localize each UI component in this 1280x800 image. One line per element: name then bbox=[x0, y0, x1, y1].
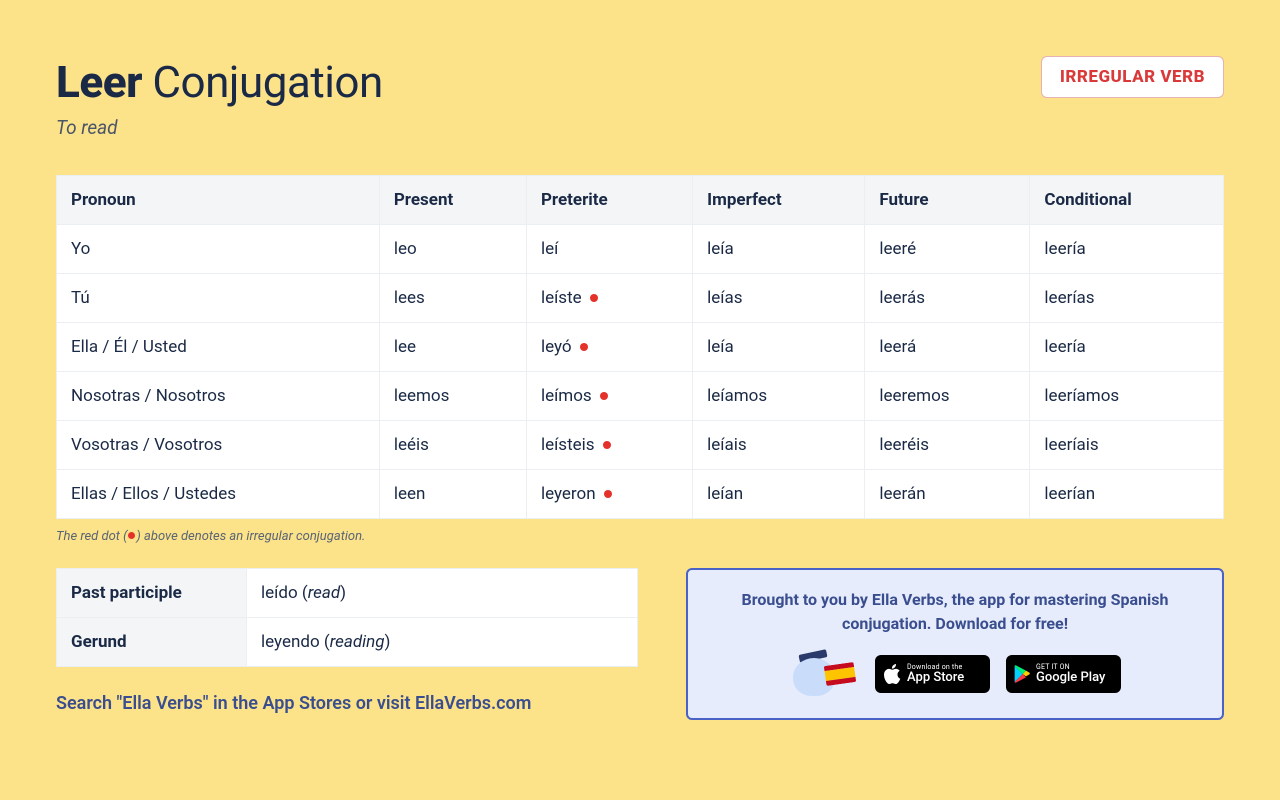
preterite-cell: leyeron bbox=[526, 470, 692, 519]
table-row: Vosotras / Vosotrosleéisleísteis leíaisl… bbox=[57, 421, 1224, 470]
future-cell: leerá bbox=[865, 323, 1030, 372]
present-cell: leo bbox=[379, 225, 526, 274]
participles-block: Past participle leído (read) Gerund leye… bbox=[56, 568, 638, 714]
imperfect-cell: leíais bbox=[693, 421, 865, 470]
title-suffix: Conjugation bbox=[142, 56, 383, 108]
pronoun-cell: Yo bbox=[57, 225, 380, 274]
footnote-after: ) above denotes an irregular conjugation… bbox=[136, 529, 365, 544]
preterite-cell: leímos bbox=[526, 372, 692, 421]
gerund-value: leyendo (reading) bbox=[247, 618, 638, 667]
imperfect-cell: leía bbox=[693, 225, 865, 274]
table-row: Yoleoleíleíaleeréleería bbox=[57, 225, 1224, 274]
conditional-cell: leerías bbox=[1030, 274, 1224, 323]
ella-verbs-logo-icon bbox=[789, 650, 859, 698]
conditional-cell: leería bbox=[1030, 225, 1224, 274]
column-header: Present bbox=[379, 176, 526, 225]
column-header: Conditional bbox=[1030, 176, 1224, 225]
app-store-button[interactable]: Download on the App Store bbox=[875, 655, 990, 693]
title-block: Leer Conjugation To read bbox=[56, 56, 383, 139]
pronoun-cell: Ellas / Ellos / Ustedes bbox=[57, 470, 380, 519]
imperfect-cell: leía bbox=[693, 323, 865, 372]
pronoun-cell: Tú bbox=[57, 274, 380, 323]
search-cta: Search "Ella Verbs" in the App Stores or… bbox=[56, 693, 638, 714]
present-cell: lees bbox=[379, 274, 526, 323]
future-cell: leeré bbox=[865, 225, 1030, 274]
conditional-cell: leeríamos bbox=[1030, 372, 1224, 421]
future-cell: leeremos bbox=[865, 372, 1030, 421]
page-title: Leer Conjugation bbox=[56, 56, 383, 108]
past-participle-value: leído (read) bbox=[247, 569, 638, 618]
conditional-cell: leerían bbox=[1030, 470, 1224, 519]
participles-table: Past participle leído (read) Gerund leye… bbox=[56, 568, 638, 667]
gerund-label: Gerund bbox=[57, 618, 247, 667]
table-row: Ellas / Ellos / Ustedesleenleyeron leían… bbox=[57, 470, 1224, 519]
past-participle-label: Past participle bbox=[57, 569, 247, 618]
preterite-cell: leísteis bbox=[526, 421, 692, 470]
preterite-cell: leí bbox=[526, 225, 692, 274]
imperfect-cell: leías bbox=[693, 274, 865, 323]
footnote: The red dot ( ) above denotes an irregula… bbox=[56, 529, 1224, 544]
conjugation-table: PronounPresentPreteriteImperfectFutureCo… bbox=[56, 175, 1224, 519]
column-header: Future bbox=[865, 176, 1030, 225]
future-cell: leerán bbox=[865, 470, 1030, 519]
promo-box: Brought to you by Ella Verbs, the app fo… bbox=[686, 568, 1224, 720]
present-cell: leen bbox=[379, 470, 526, 519]
imperfect-cell: leían bbox=[693, 470, 865, 519]
column-header: Preterite bbox=[526, 176, 692, 225]
table-row: Gerund leyendo (reading) bbox=[57, 618, 638, 667]
preterite-cell: leíste bbox=[526, 274, 692, 323]
header: Leer Conjugation To read IRREGULAR VERB bbox=[56, 56, 1224, 139]
column-header: Pronoun bbox=[57, 176, 380, 225]
present-cell: leemos bbox=[379, 372, 526, 421]
table-header-row: PronounPresentPreteriteImperfectFutureCo… bbox=[57, 176, 1224, 225]
pronoun-cell: Vosotras / Vosotros bbox=[57, 421, 380, 470]
lower-section: Past participle leído (read) Gerund leye… bbox=[56, 568, 1224, 720]
google-play-button[interactable]: GET IT ON Google Play bbox=[1006, 655, 1121, 693]
conditional-cell: leería bbox=[1030, 323, 1224, 372]
google-play-icon bbox=[1014, 665, 1030, 683]
present-cell: lee bbox=[379, 323, 526, 372]
irregular-dot-icon bbox=[604, 490, 612, 498]
table-row: Nosotras / Nosotrosleemosleímos leíamosl… bbox=[57, 372, 1224, 421]
table-row: Ella / Él / Ustedleeleyó leíaleeráleería bbox=[57, 323, 1224, 372]
preterite-cell: leyó bbox=[526, 323, 692, 372]
verb-name: Leer bbox=[56, 56, 142, 108]
present-cell: leéis bbox=[379, 421, 526, 470]
promo-text: Brought to you by Ella Verbs, the app fo… bbox=[710, 588, 1200, 636]
red-dot-icon bbox=[128, 532, 135, 539]
pronoun-cell: Nosotras / Nosotros bbox=[57, 372, 380, 421]
verb-translation: To read bbox=[56, 116, 383, 139]
pronoun-cell: Ella / Él / Usted bbox=[57, 323, 380, 372]
irregular-dot-icon bbox=[600, 392, 608, 400]
promo-icons: Download on the App Store GET IT ON Goog… bbox=[710, 650, 1200, 698]
future-cell: leeréis bbox=[865, 421, 1030, 470]
column-header: Imperfect bbox=[693, 176, 865, 225]
table-row: Past participle leído (read) bbox=[57, 569, 638, 618]
irregular-badge: IRREGULAR VERB bbox=[1041, 56, 1224, 98]
irregular-dot-icon bbox=[580, 343, 588, 351]
apple-icon bbox=[883, 664, 901, 684]
table-row: Túleesleíste leíasleerásleerías bbox=[57, 274, 1224, 323]
irregular-dot-icon bbox=[590, 294, 598, 302]
conditional-cell: leeríais bbox=[1030, 421, 1224, 470]
future-cell: leerás bbox=[865, 274, 1030, 323]
imperfect-cell: leíamos bbox=[693, 372, 865, 421]
footnote-before: The red dot ( bbox=[56, 529, 127, 544]
irregular-dot-icon bbox=[603, 441, 611, 449]
